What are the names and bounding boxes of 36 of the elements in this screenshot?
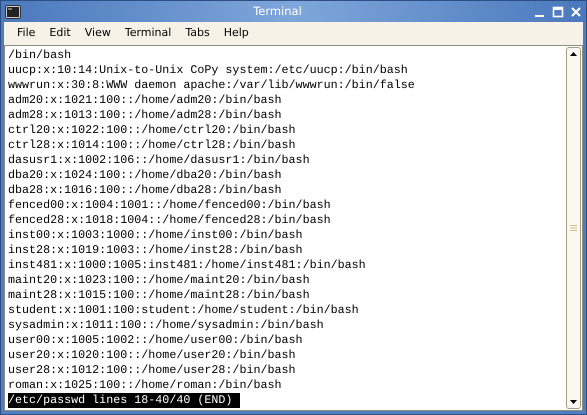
maximize-icon[interactable] bbox=[552, 6, 564, 18]
menu-item[interactable]: File bbox=[10, 23, 42, 44]
terminal-line: user28:x:1012:100::/home/user28:/bin/bash bbox=[8, 363, 296, 377]
menu-item[interactable]: Help bbox=[216, 23, 256, 44]
window-title: Terminal bbox=[252, 2, 303, 20]
terminal-line: maint28:x:1015:100::/home/maint28:/bin/bash bbox=[8, 288, 310, 302]
terminal-icon bbox=[5, 4, 21, 19]
menu-item[interactable]: Edit bbox=[42, 23, 78, 44]
terminal-line: ctrl28:x:1014:100::/home/ctrl28:/bin/bash bbox=[8, 138, 296, 152]
terminal-line: fenced28:x:1018:1004::/home/fenced28:/bin/bash bbox=[8, 213, 331, 227]
terminal-line: inst28:x:1019:1003::/home/inst28:/bin/bash bbox=[8, 243, 303, 257]
terminal-line: user20:x:1020:100::/home/user20:/bin/bash bbox=[8, 348, 296, 362]
terminal-line: ctrl20:x:1022:100::/home/ctrl20:/bin/bash bbox=[8, 123, 296, 137]
terminal-line: roman:x:1025:100::/home/roman:/bin/bash bbox=[8, 378, 282, 392]
close-icon[interactable] bbox=[570, 6, 582, 18]
pager-status: /etc/passwd lines 18-40/40 (END) bbox=[8, 393, 240, 408]
terminal-line: /bin/bash bbox=[8, 48, 72, 62]
grip-icon bbox=[570, 225, 577, 231]
terminal-line: adm28:x:1013:100::/home/adm28:/bin/bash bbox=[8, 108, 282, 122]
terminal-line: sysadmin:x:1011:100::/home/sysadmin:/bin/bash bbox=[8, 318, 324, 332]
terminal-line: inst00:x:1003:1000::/home/inst00:/bin/bash bbox=[8, 228, 303, 242]
terminal-line: adm20:x:1021:100::/home/adm20:/bin/bash bbox=[8, 93, 282, 107]
terminal-line: fenced00:x:1004:1001::/home/fenced00:/bin/bash bbox=[8, 198, 331, 212]
terminal-line: dasusr1:x:1002:106::/home/dasusr1:/bin/bash bbox=[8, 153, 310, 167]
terminal-line: user00:x:1005:1002::/home/user00:/bin/bash bbox=[8, 333, 303, 347]
terminal-line: wwwrun:x:30:8:WWW daemon apache:/var/lib/wwwrun:/bin/false bbox=[8, 78, 415, 92]
terminal-line: maint20:x:1023:100::/home/maint20:/bin/bash bbox=[8, 273, 310, 287]
terminal-line: student:x:1001:100:student:/home/student:/bin/bash bbox=[8, 303, 359, 317]
terminal-line: inst481:x:1000:1005:inst481:/home/inst481:/bin/bash bbox=[8, 258, 366, 272]
terminal-line: uucp:x:10:14:Unix-to-Unix CoPy system:/etc/uucp:/bin/bash bbox=[8, 63, 408, 77]
terminal-line: dba20:x:1024:100::/home/dba20:/bin/bash bbox=[8, 168, 282, 182]
scrollbar[interactable] bbox=[566, 47, 581, 409]
menu-item[interactable]: Terminal bbox=[118, 23, 178, 44]
terminal-line: dba28:x:1016:100::/home/dba28:/bin/bash bbox=[8, 183, 282, 197]
menu-item[interactable]: View bbox=[78, 23, 118, 44]
menu-item[interactable]: Tabs bbox=[178, 23, 217, 44]
